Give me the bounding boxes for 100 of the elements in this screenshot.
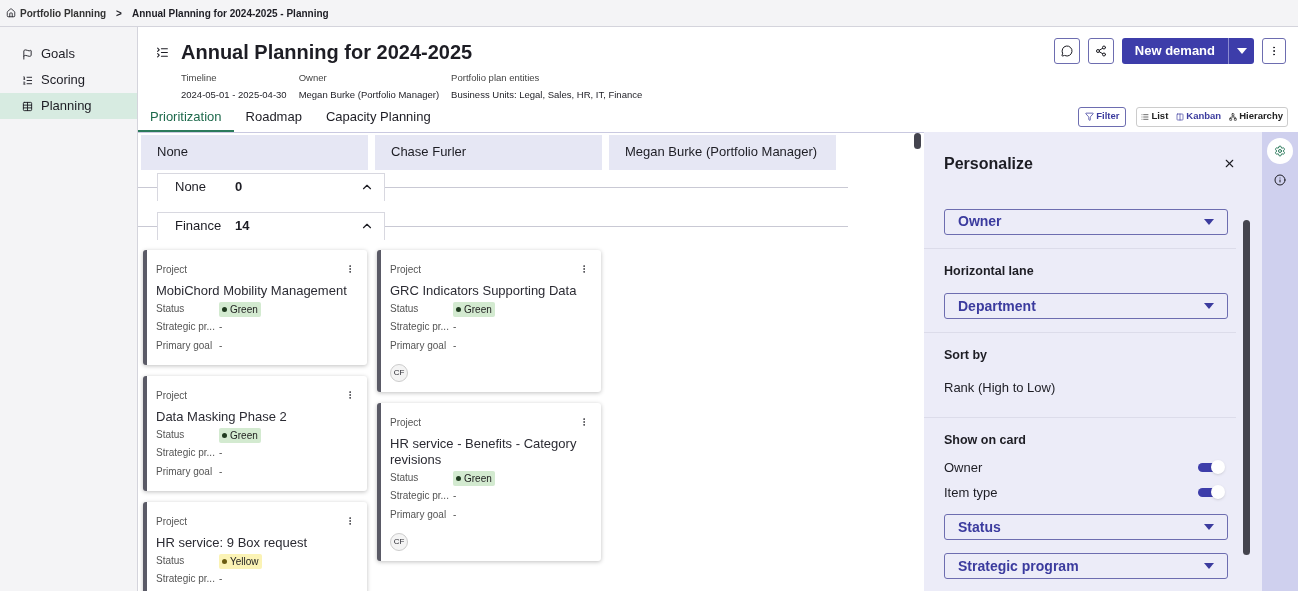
lane-name: Finance xyxy=(175,217,223,236)
project-card[interactable]: Project MobiChord Mobility Management Status Green Strategic pr... - Primary goal - xyxy=(143,249,367,365)
lane-count: 14 xyxy=(235,217,251,236)
lane-name: None xyxy=(175,178,208,197)
breadcrumb-link[interactable]: Portfolio Planning xyxy=(20,5,107,21)
field-label: Strategic pr... xyxy=(156,572,215,584)
sort-value: Rank (High to Low) xyxy=(944,379,1057,397)
view-option[interactable]: List xyxy=(1141,109,1169,124)
breadcrumb-current: Annual Planning for 2024-2025 - Planning xyxy=(131,6,329,21)
field-label: Status xyxy=(390,472,419,483)
field-label: Primary goal xyxy=(156,339,213,351)
field-label: Primary goal xyxy=(390,508,447,520)
meta-label: Timeline xyxy=(181,71,218,85)
collapse-icon[interactable] xyxy=(156,46,169,59)
share-icon xyxy=(1094,45,1107,57)
lane-count: 0 xyxy=(235,178,244,197)
scroll-thumb[interactable] xyxy=(914,132,921,149)
lane-header[interactable]: Finance 14 xyxy=(157,211,385,240)
dropdown[interactable]: Strategic program xyxy=(944,553,1228,580)
field-value: - xyxy=(453,320,457,332)
tab[interactable]: Roadmap xyxy=(233,107,314,132)
share-button[interactable] xyxy=(1087,38,1114,64)
flag-icon xyxy=(22,48,33,60)
field-value: - xyxy=(219,572,223,584)
card-title: Data Masking Phase 2 xyxy=(156,408,288,425)
dropdown[interactable]: Department xyxy=(944,293,1228,320)
dropdown[interactable]: Status xyxy=(944,514,1228,541)
filter-button[interactable]: Filter xyxy=(1078,106,1127,127)
field-value: - xyxy=(219,339,223,351)
dropdown[interactable]: Owner xyxy=(944,208,1228,235)
item-type: Project xyxy=(156,514,188,529)
more-button[interactable] xyxy=(1262,38,1286,64)
toggle-switch[interactable] xyxy=(1198,488,1224,498)
field-label: Strategic pr... xyxy=(156,320,215,332)
caret-icon xyxy=(1204,563,1214,570)
toggle-label: Item type xyxy=(944,484,998,502)
section-label: Sort by xyxy=(944,347,989,365)
field-label: Status xyxy=(156,555,185,566)
dropdown-button[interactable] xyxy=(1228,38,1254,64)
field-value: - xyxy=(219,465,223,477)
caret-icon xyxy=(1204,218,1214,225)
status-tag: Green xyxy=(219,301,261,317)
toggle-switch[interactable] xyxy=(1198,463,1224,473)
comment-icon xyxy=(1060,45,1073,57)
section-label: Horizontal lane xyxy=(944,262,1035,280)
comment-button[interactable] xyxy=(1053,38,1080,64)
card-title: HR service - Benefits - Category revisions xyxy=(390,435,578,468)
field-label: Status xyxy=(390,303,419,314)
sidebar-item[interactable]: Goals xyxy=(0,41,137,67)
new-demand-button[interactable]: New demand xyxy=(1121,38,1228,64)
tab[interactable]: Prioritization xyxy=(138,107,234,132)
card-title: HR service: 9 Box request xyxy=(156,534,308,551)
caret-icon xyxy=(1204,303,1214,310)
panel-title: Personalize xyxy=(944,153,1033,174)
filter-icon xyxy=(1085,112,1095,121)
tab[interactable]: Capacity Planning xyxy=(313,107,443,132)
field-label: Strategic pr... xyxy=(390,489,449,501)
avatar: CF xyxy=(390,363,408,382)
info-icon[interactable] xyxy=(1274,173,1286,186)
item-type: Project xyxy=(156,262,188,277)
status-tag: Green xyxy=(453,301,495,317)
field-value: - xyxy=(219,320,223,332)
sidebar-item[interactable]: Planning xyxy=(0,93,137,119)
meta-label: Portfolio plan entities xyxy=(451,71,541,85)
scroll-thumb[interactable] xyxy=(1243,219,1250,555)
columns-icon xyxy=(1176,112,1185,121)
list-icon xyxy=(1141,112,1150,121)
lane-header[interactable]: None 0 xyxy=(157,172,385,201)
home-icon xyxy=(6,8,16,18)
column-header: Chase Furler xyxy=(375,134,602,170)
meta-value: Megan Burke (Portfolio Manager) xyxy=(298,88,440,103)
status-tag: Green xyxy=(453,470,495,486)
meta-value: 2024-05-01 - 2025-04-30 xyxy=(181,88,287,103)
item-type: Project xyxy=(390,262,422,277)
field-value: - xyxy=(453,339,457,351)
field-label: Primary goal xyxy=(390,339,447,351)
meta-label: Owner xyxy=(298,71,328,85)
toggle-label: Owner xyxy=(944,459,983,477)
settings-icon[interactable] xyxy=(1267,137,1293,164)
field-label: Primary goal xyxy=(156,465,213,477)
field-value: - xyxy=(453,508,457,520)
sidebar-item[interactable]: Scoring xyxy=(0,67,137,93)
column-header: None xyxy=(141,134,368,170)
project-card[interactable]: Project HR service: 9 Box request Status Yellow Strategic pr... - xyxy=(143,501,367,591)
field-label: Status xyxy=(156,429,185,440)
view-option[interactable]: Kanban xyxy=(1176,109,1222,124)
item-type: Project xyxy=(156,388,188,403)
project-card[interactable]: Project GRC Indicators Supporting Data Status Green Strategic pr... - Primary goal - CF xyxy=(377,249,601,392)
project-card[interactable]: Project Data Masking Phase 2 Status Green Strategic pr... - Primary goal - xyxy=(143,375,367,491)
column-header: Megan Burke (Portfolio Manager) xyxy=(609,134,836,170)
item-type: Project xyxy=(390,415,422,430)
close-icon[interactable] xyxy=(1223,157,1236,170)
view-option[interactable]: Hierarchy xyxy=(1229,109,1283,124)
card-title: MobiChord Mobility Management xyxy=(156,282,348,299)
page-title: Annual Planning for 2024-2025 xyxy=(181,40,474,65)
breadcrumb-separator: > xyxy=(116,6,122,21)
project-card[interactable]: Project HR service - Benefits - Category revisions Status Green Strategic pr... - Primary goal - CF xyxy=(377,402,601,561)
avatar: CF xyxy=(390,532,408,551)
numbered-list-icon xyxy=(22,74,33,86)
meta-value: Business Units: Legal, Sales, HR, IT, Finance xyxy=(451,88,643,103)
